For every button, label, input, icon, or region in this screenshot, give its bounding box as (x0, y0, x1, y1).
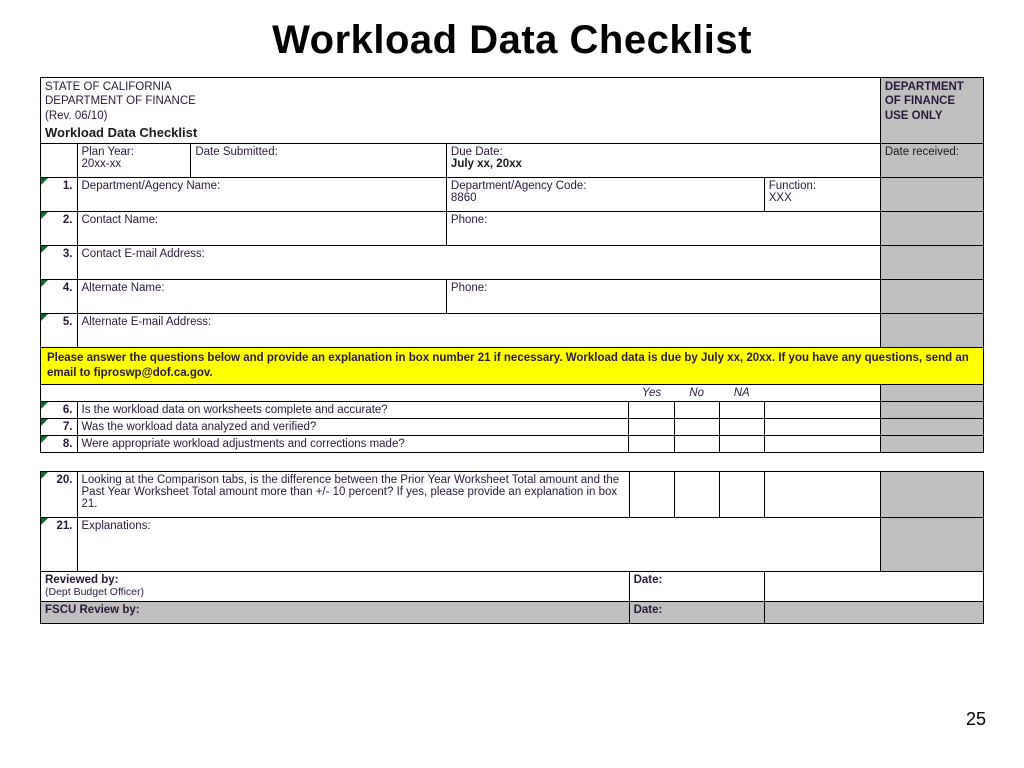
q7-yes[interactable] (629, 419, 674, 436)
page-title: Workload Data Checklist (0, 18, 1024, 63)
grey-cell (880, 472, 983, 518)
dept-line: DEPARTMENT OF FINANCE (45, 94, 876, 108)
grey-cell (880, 385, 983, 402)
dept-code-cell: Department/Agency Code: 8860 (446, 178, 764, 212)
checklist-table-top: STATE OF CALIFORNIA DEPARTMENT OF FINANC… (40, 77, 984, 453)
reviewed-by-cell: Reviewed by: (Dept Budget Officer) (41, 572, 630, 602)
no-header: No (674, 385, 719, 402)
q6-no[interactable] (674, 402, 719, 419)
checklist-table-bottom: 20. Looking at the Comparison tabs, is t… (40, 471, 984, 624)
fscu-date-label: Date: (629, 602, 764, 624)
alt-name-cell: Alternate Name: (77, 280, 446, 314)
fscu-date-value (764, 602, 983, 624)
alt-phone-cell: Phone: (446, 280, 880, 314)
q20-no[interactable] (674, 472, 719, 518)
row-num-2: 2. (41, 212, 78, 246)
q6-na[interactable] (719, 402, 764, 419)
q7-text: Was the workload data analyzed and verif… (77, 419, 629, 436)
q6-text: Is the workload data on worksheets compl… (77, 402, 629, 419)
plan-year-cell: Plan Year: 20xx-xx (77, 144, 191, 178)
form-container: STATE OF CALIFORNIA DEPARTMENT OF FINANC… (40, 77, 984, 624)
contact-phone-cell: Phone: (446, 212, 880, 246)
blank-cell (764, 472, 880, 518)
na-header: NA (719, 385, 764, 402)
q8-yes[interactable] (629, 436, 674, 453)
row-num-21: 21. (41, 518, 78, 572)
blank-yn-lead (41, 385, 629, 402)
grey-cell (880, 436, 983, 453)
fscu-review-cell: FSCU Review by: (41, 602, 630, 624)
date-received-cell: Date received: (880, 144, 983, 178)
blank-cell (764, 436, 880, 453)
grey-cell (880, 212, 983, 246)
blank-cell (764, 402, 880, 419)
page-number: 25 (966, 709, 986, 730)
form-header-left: STATE OF CALIFORNIA DEPARTMENT OF FINANC… (41, 78, 881, 144)
q8-text: Were appropriate workload adjustments an… (77, 436, 629, 453)
q20-yes[interactable] (629, 472, 674, 518)
grey-cell (880, 178, 983, 212)
dept-name-cell: Department/Agency Name: (77, 178, 446, 212)
row-num-1: 1. (41, 178, 78, 212)
grey-cell (880, 246, 983, 280)
q21-text: Explanations: (77, 518, 880, 572)
rev-line: (Rev. 06/10) (45, 109, 876, 123)
q7-no[interactable] (674, 419, 719, 436)
blank-cell (764, 419, 880, 436)
contact-email-cell: Contact E-mail Address: (77, 246, 880, 280)
q20-na[interactable] (719, 472, 764, 518)
reviewed-date-value (764, 572, 983, 602)
q8-no[interactable] (674, 436, 719, 453)
q7-na[interactable] (719, 419, 764, 436)
row-num-3: 3. (41, 246, 78, 280)
row-num-8: 8. (41, 436, 78, 453)
state-line: STATE OF CALIFORNIA (45, 80, 876, 94)
form-title: Workload Data Checklist (45, 125, 876, 141)
blank-cell (764, 385, 880, 402)
row-num-7: 7. (41, 419, 78, 436)
date-submitted-cell: Date Submitted: (191, 144, 447, 178)
q8-na[interactable] (719, 436, 764, 453)
use-only-box: DEPARTMENT OF FINANCE USE ONLY (880, 78, 983, 144)
blank-cell (41, 144, 78, 178)
q6-yes[interactable] (629, 402, 674, 419)
reviewed-date-label: Date: (629, 572, 764, 602)
alt-email-cell: Alternate E-mail Address: (77, 314, 880, 348)
yes-header: Yes (629, 385, 674, 402)
row-num-4: 4. (41, 280, 78, 314)
q20-text: Looking at the Comparison tabs, is the d… (77, 472, 629, 518)
row-num-6: 6. (41, 402, 78, 419)
grey-cell (880, 518, 983, 572)
contact-name-cell: Contact Name: (77, 212, 446, 246)
grey-cell (880, 314, 983, 348)
row-num-20: 20. (41, 472, 78, 518)
due-date-cell: Due Date: July xx, 20xx (446, 144, 880, 178)
instructions-banner: Please answer the questions below and pr… (41, 348, 984, 385)
grey-cell (880, 280, 983, 314)
grey-cell (880, 402, 983, 419)
grey-cell (880, 419, 983, 436)
function-cell: Function: XXX (764, 178, 880, 212)
row-num-5: 5. (41, 314, 78, 348)
